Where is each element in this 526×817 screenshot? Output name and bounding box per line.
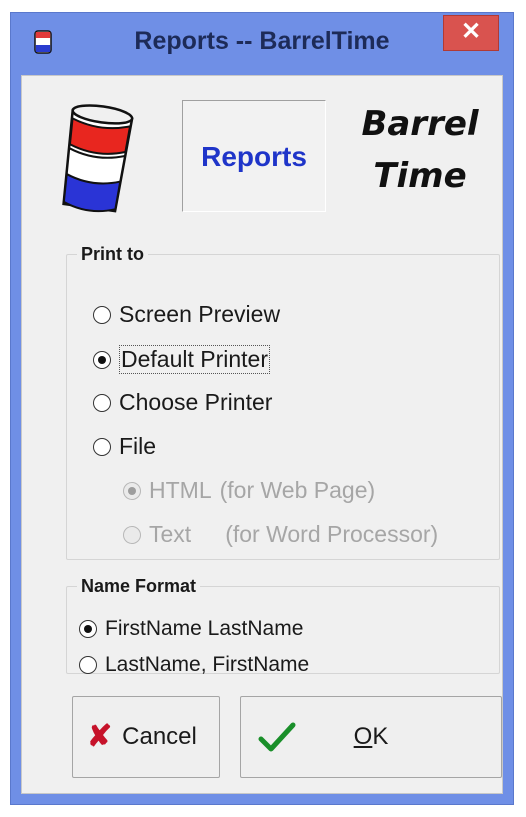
- ok-mnemonic: O: [353, 723, 373, 750]
- radio-lastname-firstname[interactable]: [79, 656, 97, 674]
- option-screen-preview[interactable]: Screen Preview: [93, 301, 280, 328]
- close-button[interactable]: ✕: [443, 15, 499, 51]
- radio-default-printer[interactable]: [93, 350, 111, 369]
- print-to-group: Print to Screen Preview Default Printer …: [66, 244, 500, 560]
- brand-logo-text: Barrel Time: [340, 98, 500, 202]
- ok-button[interactable]: OK: [240, 696, 502, 778]
- window-title: Reports -- BarrelTime: [134, 27, 390, 55]
- brand-line-1: Barrel: [361, 104, 479, 144]
- option-default-printer[interactable]: Default Printer: [93, 345, 271, 374]
- reports-panel: Reports: [182, 100, 326, 212]
- option-firstname-lastname[interactable]: FirstName LastName: [79, 617, 303, 641]
- option-label: Text: [149, 521, 192, 547]
- option-label: Screen Preview: [119, 301, 281, 327]
- ok-label-rest: K: [372, 723, 389, 750]
- option-html[interactable]: HTML (for Web Page): [123, 477, 375, 504]
- option-label: LastName, FirstName: [105, 653, 310, 676]
- dialog-window: Reports -- BarrelTime ✕ Reports Barrel T…: [10, 12, 514, 805]
- radio-firstname-lastname[interactable]: [79, 620, 97, 638]
- radio-file[interactable]: [93, 437, 111, 456]
- option-label: HTML: [149, 477, 212, 503]
- cancel-label: Cancel: [122, 723, 197, 750]
- x-icon: ✘: [87, 720, 113, 753]
- brand-line-2: Time: [373, 156, 467, 196]
- option-label: FirstName LastName: [105, 617, 304, 640]
- option-note: (for Word Processor): [225, 521, 439, 547]
- barrel-logo: [62, 104, 134, 213]
- option-note: (for Web Page): [219, 477, 376, 503]
- dialog-body: Reports Barrel Time Print to Screen Prev…: [21, 75, 503, 794]
- print-to-legend: Print to: [81, 244, 144, 264]
- radio-html[interactable]: [123, 481, 141, 500]
- title-bar[interactable]: Reports -- BarrelTime ✕: [11, 13, 513, 71]
- radio-text[interactable]: [123, 525, 141, 544]
- reports-heading: Reports: [201, 141, 307, 172]
- option-file[interactable]: File: [93, 433, 156, 460]
- option-choose-printer[interactable]: Choose Printer: [93, 389, 272, 416]
- option-label: Default Printer: [119, 345, 271, 374]
- cancel-button[interactable]: ✘ Cancel: [72, 696, 220, 778]
- option-label: File: [119, 433, 157, 459]
- ok-label: OK: [241, 723, 501, 751]
- close-icon: ✕: [460, 18, 482, 45]
- option-lastname-firstname[interactable]: LastName, FirstName: [79, 653, 309, 677]
- option-label: Choose Printer: [119, 389, 273, 415]
- radio-screen-preview[interactable]: [93, 305, 111, 324]
- name-format-legend: Name Format: [81, 576, 197, 596]
- name-format-group: Name Format FirstName LastName LastName,…: [66, 576, 500, 677]
- radio-choose-printer[interactable]: [93, 393, 111, 412]
- option-text[interactable]: Text (for Word Processor): [123, 521, 438, 548]
